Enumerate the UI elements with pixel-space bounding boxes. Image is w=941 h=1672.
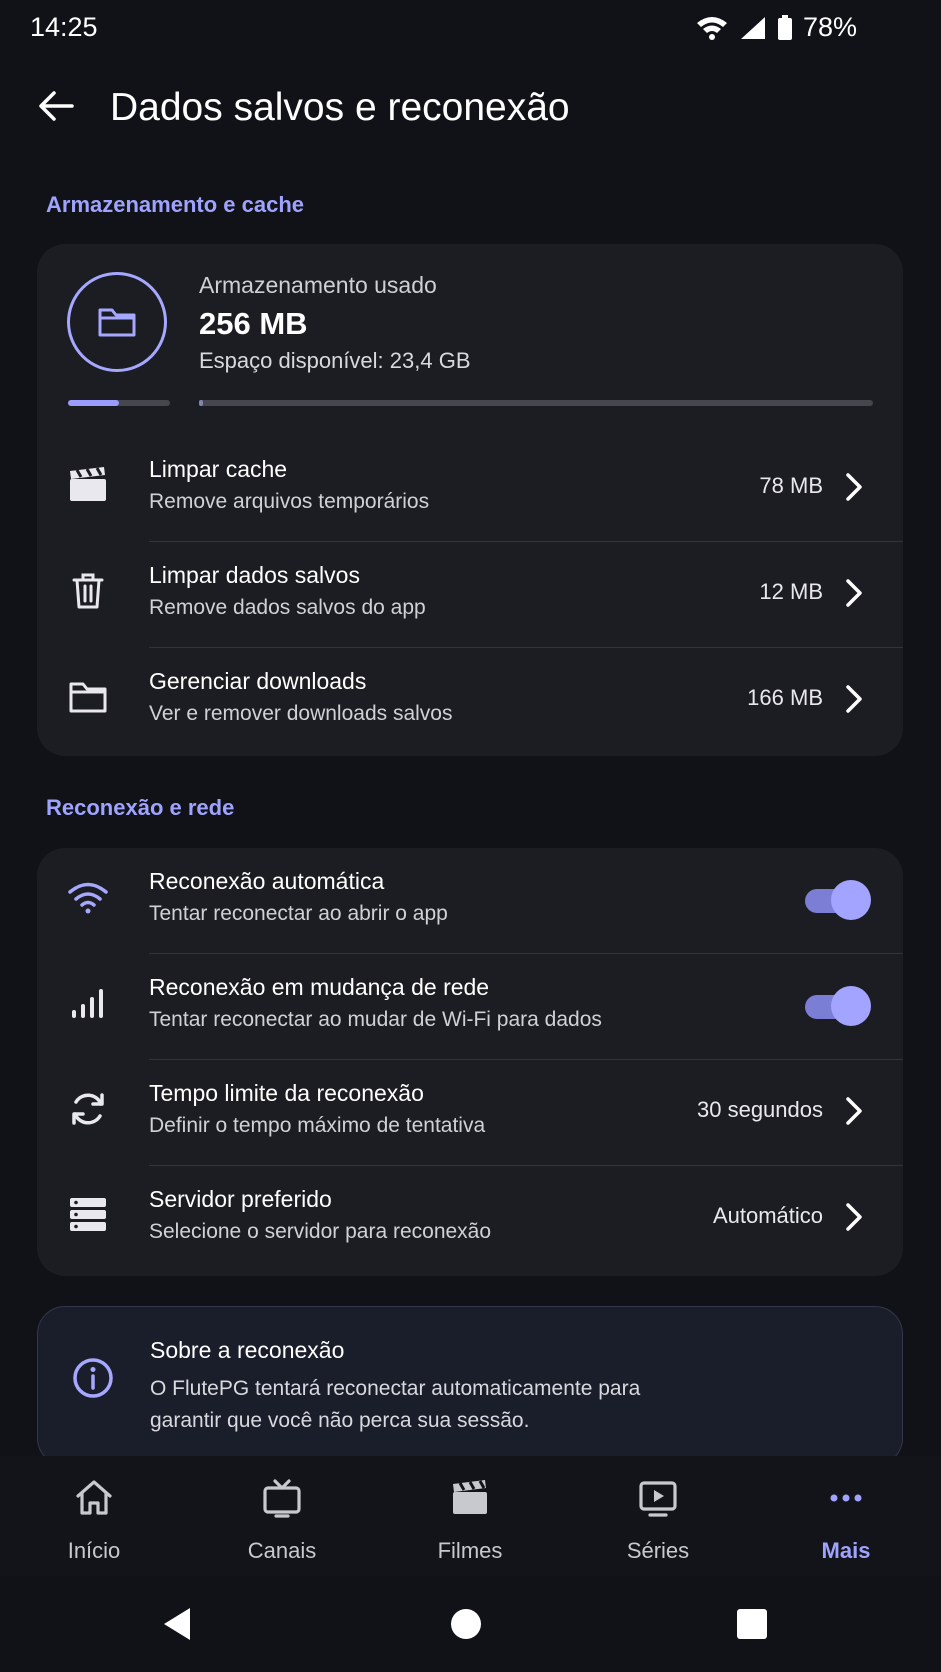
nav-item-inicio[interactable]: Início xyxy=(0,1456,188,1576)
info-card: Sobre a reconexão O FlutePG tentará reco… xyxy=(37,1306,903,1466)
storage-used-value: 256 MB xyxy=(199,306,308,341)
back-button[interactable] xyxy=(30,80,82,132)
info-title: Sobre a reconexão xyxy=(150,1337,345,1363)
row-subtitle: Remove dados salvos do app xyxy=(149,596,426,619)
row-title: Tempo limite da reconexão xyxy=(149,1080,424,1106)
row-subtitle: Tentar reconectar ao mudar de Wi-Fi para… xyxy=(149,1008,602,1031)
reconnect-timeout-row[interactable]: Tempo limite da reconexão Definir o temp… xyxy=(37,1060,903,1166)
section-label-network: Reconexão e rede xyxy=(46,795,235,820)
manage-downloads-row[interactable]: Gerenciar downloads Ver e remover downlo… xyxy=(37,648,903,754)
row-title: Servidor preferido xyxy=(149,1186,332,1212)
network-card: Reconexão automática Tentar reconectar a… xyxy=(37,848,903,1276)
storage-ring xyxy=(67,272,167,372)
wifi-icon xyxy=(67,876,109,918)
storage-progress-bar xyxy=(199,400,873,406)
status-bar: 14:25 78% xyxy=(0,0,941,56)
section-label-storage: Armazenamento e cache xyxy=(46,192,304,217)
preferred-server-row[interactable]: Servidor preferido Selecione o servidor … xyxy=(37,1166,903,1272)
network-change-reconnect-row[interactable]: Reconexão em mudança de rede Tentar reco… xyxy=(37,954,903,1060)
wifi-status-icon xyxy=(695,15,729,41)
chevron-right-icon xyxy=(846,1097,862,1125)
auto-reconnect-row[interactable]: Reconexão automática Tentar reconectar a… xyxy=(37,848,903,954)
status-time: 14:25 xyxy=(30,12,98,42)
nav-item-canais[interactable]: Canais xyxy=(188,1456,376,1576)
storage-used-label: Armazenamento usado xyxy=(199,272,437,298)
info-text: O FlutePG tentará reconectar automaticam… xyxy=(150,1377,641,1432)
row-title: Limpar dados salvos xyxy=(149,562,360,588)
row-title: Reconexão automática xyxy=(149,868,385,894)
nav-label: Canais xyxy=(247,1538,317,1563)
nav-item-mais[interactable]: Mais xyxy=(752,1456,940,1576)
clapperboard-icon xyxy=(67,464,109,506)
battery-percent: 78% xyxy=(802,12,857,42)
system-home-button[interactable] xyxy=(451,1609,481,1639)
row-subtitle: Definir o tempo máximo de tentativa xyxy=(149,1114,486,1137)
nav-label: Mais xyxy=(821,1538,871,1563)
nav-label: Filmes xyxy=(437,1538,503,1563)
chevron-right-icon xyxy=(846,1203,862,1231)
bottom-nav: Início Canais Filmes Séries Mais xyxy=(0,1456,941,1576)
battery-icon xyxy=(777,14,793,41)
clapperboard-icon xyxy=(453,1480,487,1514)
nav-label: Início xyxy=(67,1538,121,1563)
home-icon xyxy=(76,1480,112,1515)
row-subtitle: Tentar reconectar ao abrir o app xyxy=(149,902,448,925)
row-title: Gerenciar downloads xyxy=(149,668,367,694)
storage-mini-progress xyxy=(68,400,170,406)
auto-reconnect-toggle[interactable] xyxy=(805,880,871,920)
row-subtitle: Ver e remover downloads salvos xyxy=(149,702,453,725)
page-title: Dados salvos e reconexão xyxy=(110,86,570,129)
folder-icon xyxy=(67,676,109,718)
storage-available: Espaço disponível: 23,4 GB xyxy=(199,348,471,373)
nav-item-filmes[interactable]: Filmes xyxy=(376,1456,564,1576)
nav-item-series[interactable]: Séries xyxy=(564,1456,752,1576)
storage-card: Armazenamento usado 256 MB Espaço dispon… xyxy=(37,244,903,756)
trash-icon xyxy=(67,570,109,612)
chevron-right-icon xyxy=(846,579,862,607)
play-screen-icon xyxy=(639,1481,677,1517)
refresh-icon xyxy=(67,1088,109,1130)
signal-bars-icon xyxy=(67,982,109,1024)
row-subtitle: Selecione o servidor para reconexão xyxy=(149,1220,492,1243)
system-nav-bar xyxy=(0,1580,941,1672)
nav-label: Séries xyxy=(626,1538,690,1563)
network-change-toggle[interactable] xyxy=(805,986,871,1026)
row-subtitle: Remove arquivos temporários xyxy=(149,490,430,513)
chevron-right-icon xyxy=(846,473,862,501)
row-value: Automático xyxy=(712,1203,823,1228)
system-recents-button[interactable] xyxy=(737,1609,767,1639)
row-value: 30 segundos xyxy=(697,1097,823,1122)
system-back-button[interactable] xyxy=(160,1606,194,1642)
chevron-right-icon xyxy=(846,685,862,713)
clear-cache-row[interactable]: Limpar cache Remove arquivos temporários… xyxy=(37,436,903,542)
row-title: Reconexão em mudança de rede xyxy=(149,974,490,1000)
cell-signal-icon xyxy=(739,15,767,41)
folder-icon xyxy=(98,308,136,337)
row-title: Limpar cache xyxy=(149,456,288,482)
clear-saved-data-row[interactable]: Limpar dados salvos Remove dados salvos … xyxy=(37,542,903,648)
arrow-left-icon xyxy=(39,91,74,121)
row-value: 78 MB xyxy=(759,473,823,498)
server-icon xyxy=(67,1194,109,1236)
row-value: 166 MB xyxy=(747,685,823,710)
info-icon xyxy=(72,1357,114,1404)
row-value: 12 MB xyxy=(759,579,823,604)
more-icon xyxy=(830,1494,862,1502)
tv-icon xyxy=(263,1479,301,1518)
app-bar: Dados salvos e reconexão xyxy=(0,60,941,160)
